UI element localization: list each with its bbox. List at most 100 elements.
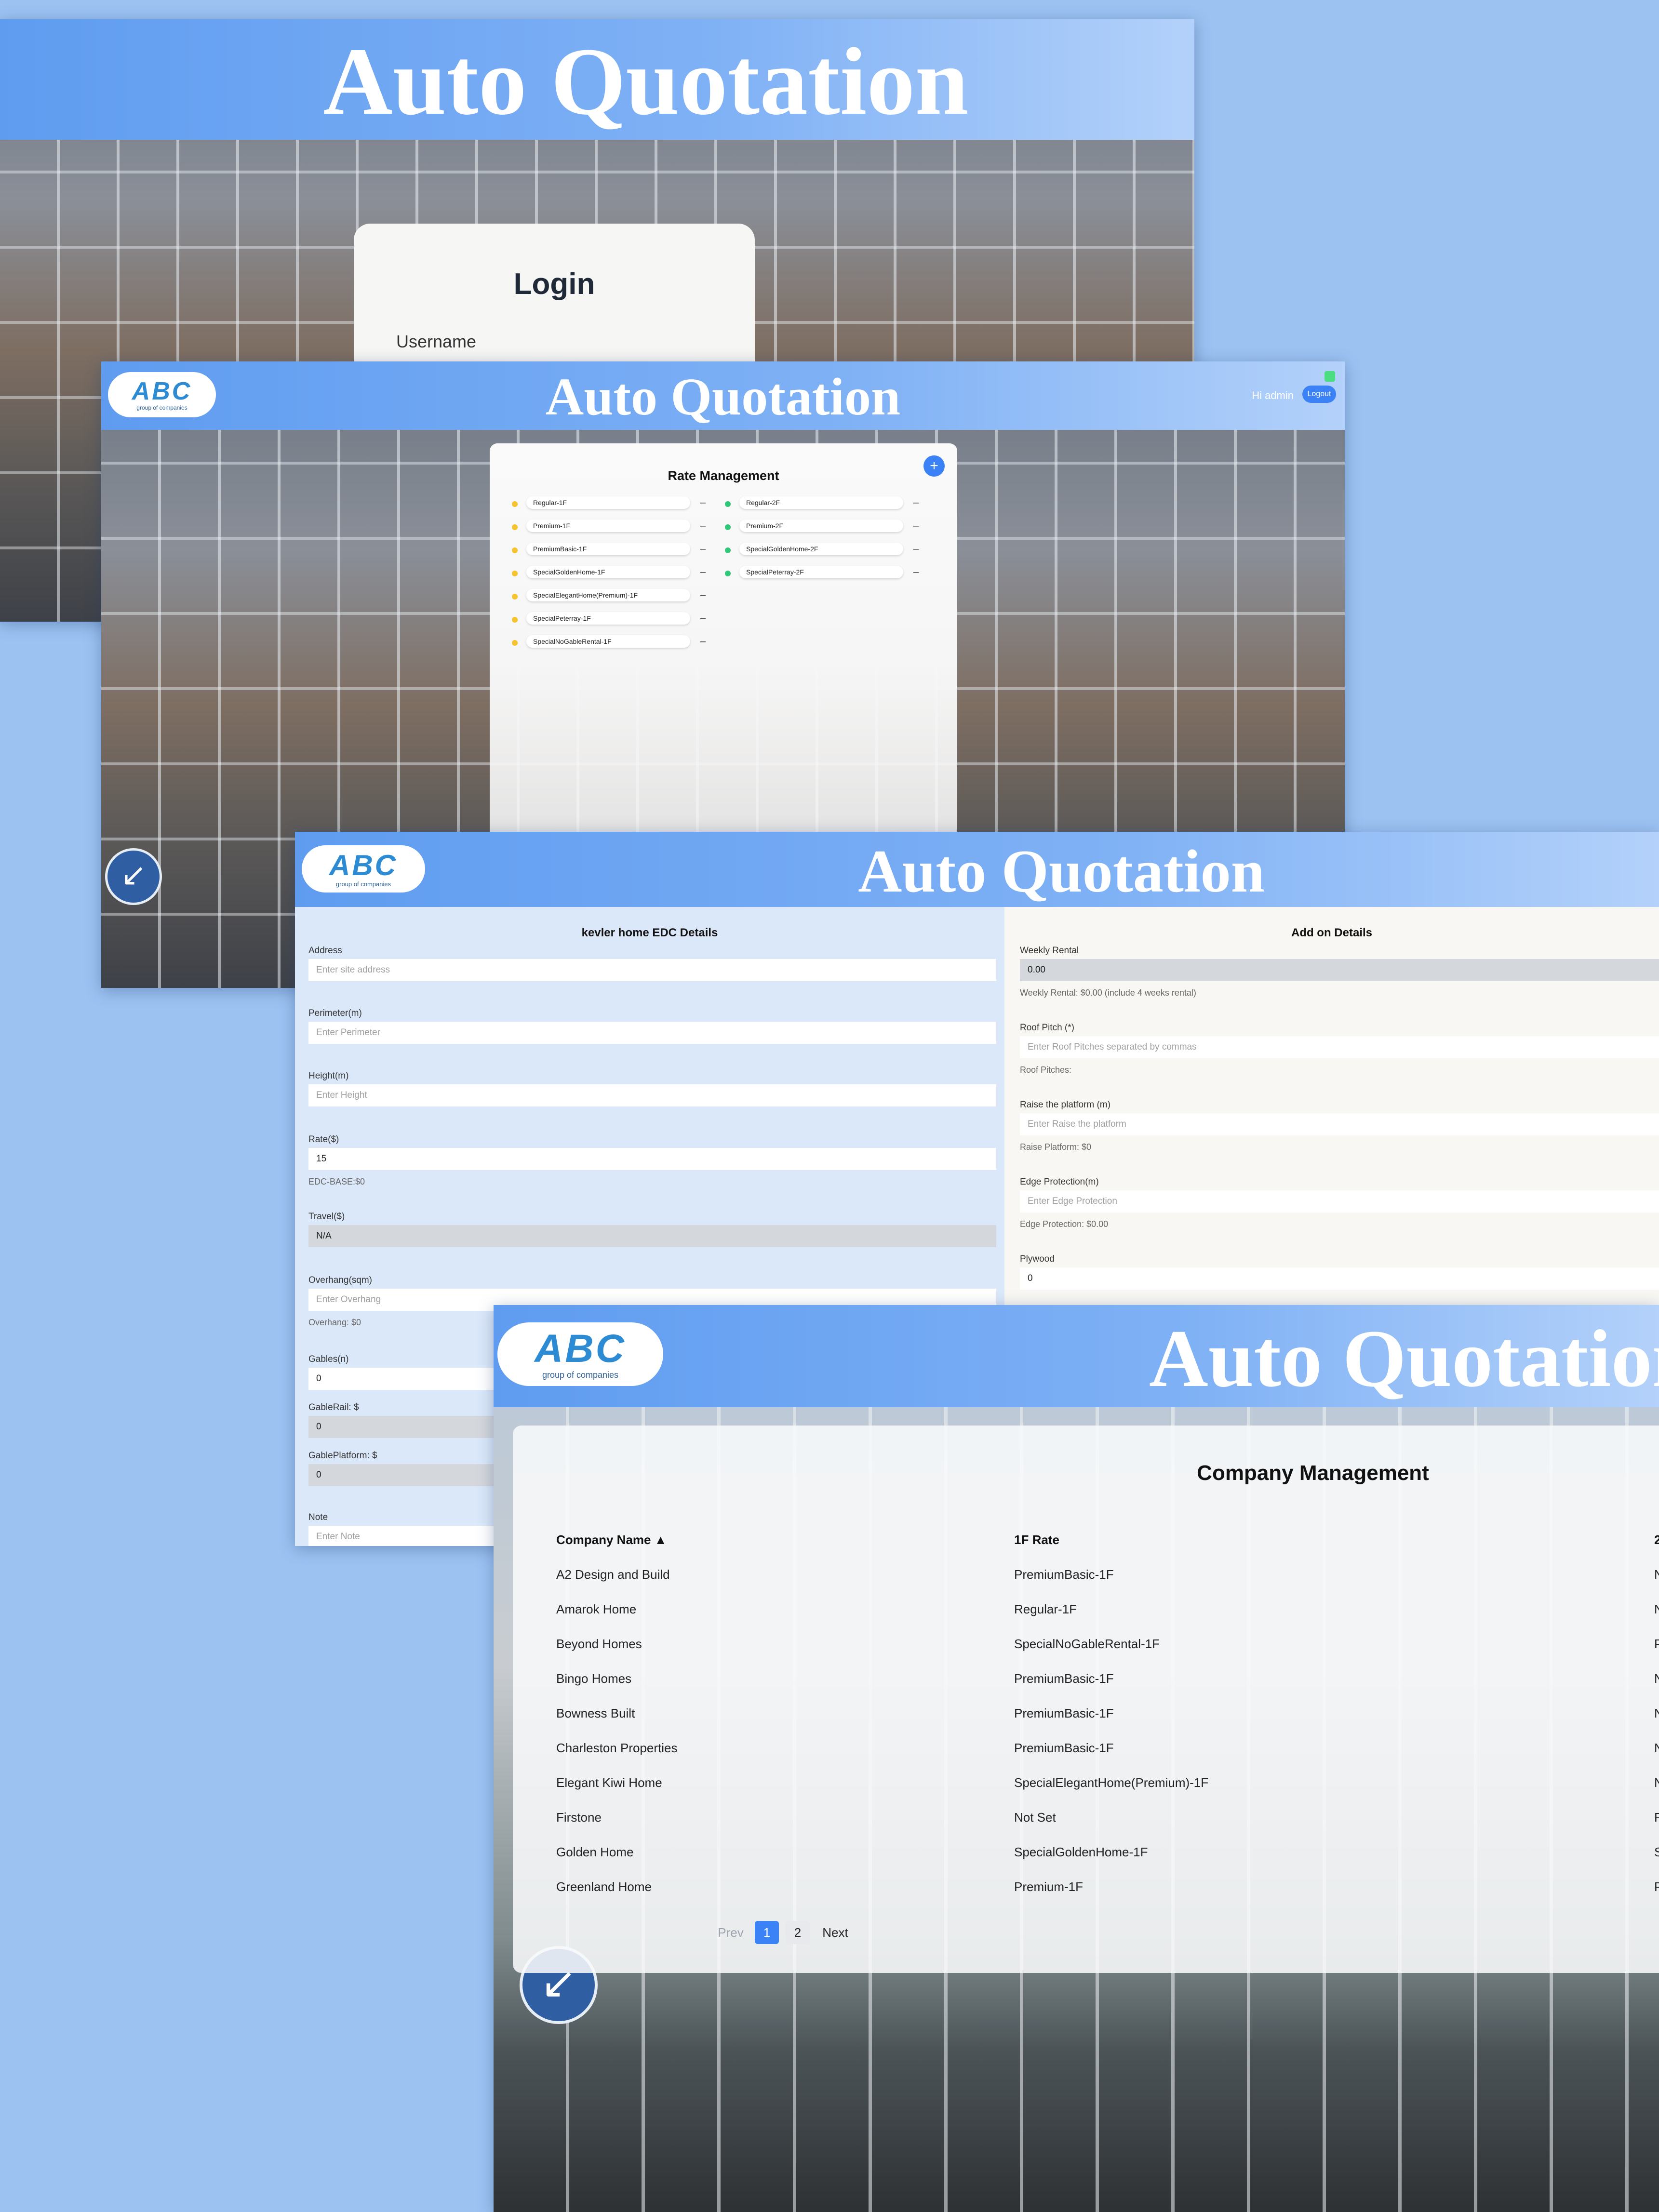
rate-1f-cell: Not Set [1014, 1810, 1056, 1825]
column-header-company-name[interactable]: Company Name ▲ [556, 1532, 667, 1547]
rate-help: EDC-BASE:$0 [308, 1177, 365, 1186]
remove-rate-button[interactable]: – [700, 613, 706, 624]
weekly-rental-field: Weekly Rental 0.00 Weekly Rental: $0.00 … [1020, 946, 1659, 998]
status-dot [725, 547, 731, 553]
raise-platform-input[interactable]: Enter Raise the platform [1020, 1113, 1659, 1135]
company-name-cell: Bingo Homes [556, 1671, 632, 1686]
rate-2f-cell: N [1654, 1775, 1659, 1790]
remove-rate-button[interactable]: – [700, 590, 706, 601]
rate-2f-cell: P [1654, 1637, 1659, 1651]
rate-item[interactable]: SpecialGoldenHome-2F – [725, 543, 919, 557]
remove-rate-button[interactable]: – [913, 497, 919, 508]
edge-protection-field: Edge Protection(m) Enter Edge Protection… [1020, 1177, 1659, 1229]
company-name-cell: Amarok Home [556, 1602, 637, 1616]
rate-2f-cell: N [1654, 1671, 1659, 1686]
company-name-cell: Beyond Homes [556, 1637, 642, 1651]
rate-item[interactable]: Premium-2F – [725, 520, 919, 534]
rate-name: Regular-2F [739, 496, 903, 509]
plywood-input[interactable]: 0 [1020, 1267, 1659, 1290]
rate-item[interactable]: SpecialPeterray-1F – [512, 612, 706, 626]
remove-rate-button[interactable]: – [700, 636, 706, 647]
remove-rate-button[interactable]: – [913, 520, 919, 532]
rate-1f-cell: PremiumBasic-1F [1014, 1741, 1114, 1755]
rate-item[interactable]: Premium-1F – [512, 520, 706, 534]
notification-icon[interactable] [1325, 371, 1335, 382]
status-dot [512, 547, 518, 553]
road-sign-arrow-icon: ↙ [105, 848, 162, 905]
rate-item[interactable]: SpecialElegantHome(Premium)-1F – [512, 589, 706, 603]
rate-item[interactable]: PremiumBasic-1F – [512, 543, 706, 557]
add-on-heading: Add on Details [1291, 926, 1372, 939]
add-rate-button[interactable]: + [923, 455, 945, 477]
abc-logo[interactable]: ABC group of companies [497, 1322, 663, 1386]
status-dot [512, 524, 518, 530]
rate-item[interactable]: Regular-1F – [512, 496, 706, 511]
address-input[interactable]: Enter site address [308, 959, 996, 981]
field-label: Raise the platform (m) [1020, 1100, 1110, 1110]
raise-platform-help: Raise Platform: $0 [1020, 1142, 1092, 1152]
next-page-button[interactable]: Next [814, 1921, 857, 1944]
remove-rate-button[interactable]: – [700, 544, 706, 555]
company-name-cell: Elegant Kiwi Home [556, 1775, 662, 1790]
remove-rate-button[interactable]: – [913, 544, 919, 555]
rate-input[interactable]: 15 [308, 1148, 996, 1170]
login-heading: Login [513, 267, 595, 301]
rate-item[interactable]: SpecialPeterray-2F – [725, 566, 919, 580]
page-1-button[interactable]: 1 [755, 1921, 779, 1944]
perimeter-field: Perimeter(m) Enter Perimeter [308, 1008, 996, 1044]
perimeter-input[interactable]: Enter Perimeter [308, 1022, 996, 1044]
status-dot [512, 571, 518, 576]
remove-rate-button[interactable]: – [700, 567, 706, 578]
status-dot [725, 501, 731, 507]
rate-item[interactable]: SpecialNoGableRental-1F – [512, 635, 706, 650]
header-bar: ABC group of companies Auto Quotation [295, 832, 1659, 907]
remove-rate-button[interactable]: – [700, 497, 706, 508]
address-field: Address Enter site address [308, 946, 996, 981]
header-bar: ABC group of companies Auto Quotation Hi… [101, 361, 1345, 430]
company-name-cell: A2 Design and Build [556, 1567, 670, 1582]
user-greeting: Hi admin [1252, 389, 1294, 401]
roof-pitch-input[interactable]: Enter Roof Pitches separated by commas [1020, 1036, 1659, 1058]
status-dot [725, 524, 731, 530]
field-label: Plywood [1020, 1254, 1055, 1264]
edc-details-heading: kevler home EDC Details [581, 926, 718, 939]
rate-item[interactable]: SpecialGoldenHome-1F – [512, 566, 706, 580]
username-label: Username [396, 332, 477, 351]
field-label: Rate($) [308, 1134, 339, 1145]
column-header-1f-rate[interactable]: 1F Rate [1014, 1532, 1059, 1547]
rate-2f-cell: N [1654, 1602, 1659, 1616]
company-name-cell: Greenland Home [556, 1879, 652, 1894]
field-label: Edge Protection(m) [1020, 1177, 1099, 1187]
weekly-rental-help: Weekly Rental: $0.00 (include 4 weeks re… [1020, 988, 1196, 998]
height-input[interactable]: Enter Height [308, 1084, 996, 1106]
rate-field: Rate($) 15 EDC-BASE:$0 [308, 1134, 996, 1187]
rate-1f-cell: PremiumBasic-1F [1014, 1567, 1114, 1582]
edge-protection-help: Edge Protection: $0.00 [1020, 1219, 1109, 1229]
company-name-cell: Bowness Built [556, 1706, 635, 1720]
rate-name: Premium-1F [526, 520, 690, 532]
field-label: Perimeter(m) [308, 1008, 362, 1018]
rate-name: SpecialElegantHome(Premium)-1F [526, 589, 690, 601]
status-dot [512, 594, 518, 600]
remove-rate-button[interactable]: – [700, 520, 706, 532]
page-2-button[interactable]: 2 [786, 1921, 810, 1944]
remove-rate-button[interactable]: – [913, 567, 919, 578]
logo-mark: ABC [535, 1327, 626, 1371]
rate-name: Premium-2F [739, 520, 903, 532]
column-header-2f-rate[interactable]: 2 [1654, 1532, 1659, 1547]
company-name-cell: Golden Home [556, 1845, 634, 1859]
header-bar: Auto Quotation [0, 19, 1194, 140]
rate-name: SpecialGoldenHome-2F [739, 543, 903, 555]
app-title: Auto Quotation [323, 28, 969, 135]
logout-button[interactable]: Logout [1302, 386, 1336, 403]
field-label: Travel($) [308, 1212, 345, 1222]
weekly-rental-input: 0.00 [1020, 959, 1659, 981]
edge-protection-input[interactable]: Enter Edge Protection [1020, 1190, 1659, 1213]
company-name-cell: Charleston Properties [556, 1741, 678, 1755]
prev-page-button[interactable]: Prev [711, 1921, 750, 1944]
roof-pitch-help: Roof Pitches: [1020, 1065, 1072, 1075]
company-management-panel: Company Management Company Name ▲ 1F Rat… [513, 1426, 1659, 1973]
company-management-screenshot: ABC group of companies Auto Quotation ↙ … [494, 1305, 1659, 2212]
field-label: Weekly Rental [1020, 946, 1079, 956]
rate-item[interactable]: Regular-2F – [725, 496, 919, 511]
